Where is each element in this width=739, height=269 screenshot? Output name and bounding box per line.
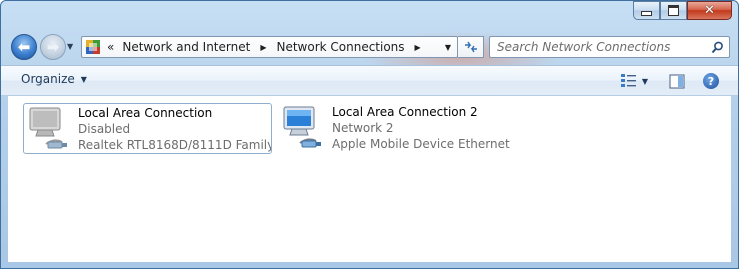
connection-name: Local Area Connection [78, 106, 213, 120]
refresh-button[interactable] [458, 36, 484, 58]
connections-list: Local Area Connection Disabled Realtek R… [8, 96, 731, 262]
caption-buttons: ✕ [633, 1, 732, 20]
organize-menu-button[interactable]: Organize ▼ [21, 72, 87, 86]
back-button[interactable]: ⬅ [11, 34, 37, 60]
network-adapter-disabled-icon [24, 104, 78, 154]
chevron-down-icon: ▼ [67, 42, 74, 51]
connection-status: Disabled [78, 122, 131, 136]
maximize-icon [668, 5, 679, 16]
network-adapter-enabled-icon [278, 103, 332, 153]
refresh-icon [464, 41, 477, 53]
connection-status: Network 2 [332, 121, 394, 135]
connection-name: Local Area Connection 2 [332, 105, 478, 119]
search-icon[interactable] [709, 41, 725, 54]
breadcrumb-network-connections[interactable]: Network Connections [274, 40, 406, 54]
address-bar[interactable]: « Network and Internet ▶ Network Connect… [81, 36, 458, 58]
address-history-dropdown-icon[interactable]: ▼ [445, 43, 451, 52]
search-input[interactable] [490, 39, 709, 55]
connection-details: Local Area Connection 2 Network 2 Apple … [332, 103, 510, 154]
forward-button[interactable]: ➡ [40, 34, 66, 60]
explorer-window: ✕ ⬅ ➡ ▼ « Network and Internet ▶ Network… [0, 0, 739, 269]
recent-pages-button[interactable]: ▼ [67, 42, 73, 51]
command-bar: Organize ▼ ▼ ? [1, 65, 738, 96]
maximize-button[interactable] [660, 1, 687, 20]
close-icon: ✕ [704, 3, 715, 18]
view-options-dropdown-icon[interactable]: ▼ [642, 77, 648, 86]
breadcrumb-separator-icon[interactable]: ▶ [260, 43, 266, 52]
change-view-button[interactable] [618, 71, 640, 91]
connection-item-local-area-connection-2[interactable]: Local Area Connection 2 Network 2 Apple … [278, 103, 528, 154]
connection-device: Realtek RTL8168D/8111D Family P... [78, 138, 271, 152]
help-button[interactable]: ? [700, 71, 722, 91]
change-view-icon [620, 74, 636, 87]
forward-arrow-icon: ➡ [46, 37, 60, 56]
help-icon: ? [703, 73, 719, 89]
chevron-down-icon: ▼ [80, 74, 87, 84]
breadcrumb-separator-icon[interactable]: ▶ [415, 43, 421, 52]
connection-details: Local Area Connection Disabled Realtek R… [78, 104, 271, 153]
breadcrumb-network-and-internet[interactable]: Network and Internet [120, 40, 252, 54]
overflow-chevron[interactable]: « [107, 40, 114, 54]
control-panel-icon [86, 40, 101, 54]
toolbar-right-group: ▼ ? [612, 71, 722, 91]
connection-device: Apple Mobile Device Ethernet [332, 137, 510, 151]
organize-label: Organize [21, 72, 75, 86]
close-button[interactable]: ✕ [687, 1, 732, 20]
back-arrow-icon: ⬅ [17, 37, 31, 56]
preview-pane-icon [669, 74, 685, 88]
connection-item-local-area-connection[interactable]: Local Area Connection Disabled Realtek R… [23, 103, 272, 154]
minimize-icon [641, 11, 652, 16]
preview-pane-button[interactable] [666, 71, 688, 91]
minimize-button[interactable] [633, 1, 660, 20]
search-box[interactable] [489, 36, 730, 58]
